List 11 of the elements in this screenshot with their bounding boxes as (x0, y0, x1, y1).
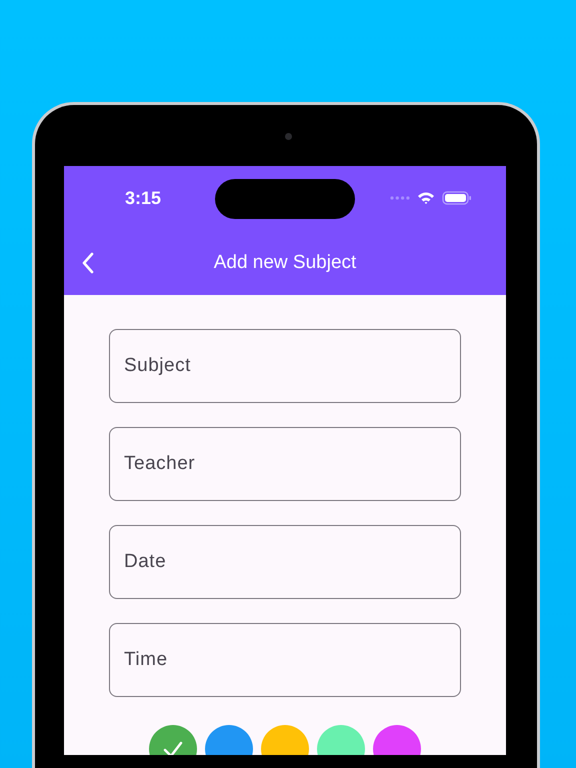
battery-icon (442, 191, 472, 205)
back-icon[interactable] (81, 252, 95, 274)
wifi-icon (417, 191, 435, 205)
input-field[interactable]: Teacher (109, 427, 461, 501)
signal-icon (390, 196, 410, 200)
camera-icon (285, 133, 292, 140)
input-field[interactable]: Time (109, 623, 461, 697)
screen-title: Add new Subject (214, 252, 356, 274)
status-time: 3:15 (125, 188, 162, 208)
input-field[interactable]: Date (109, 525, 461, 599)
input-field[interactable]: Subject (109, 329, 461, 403)
